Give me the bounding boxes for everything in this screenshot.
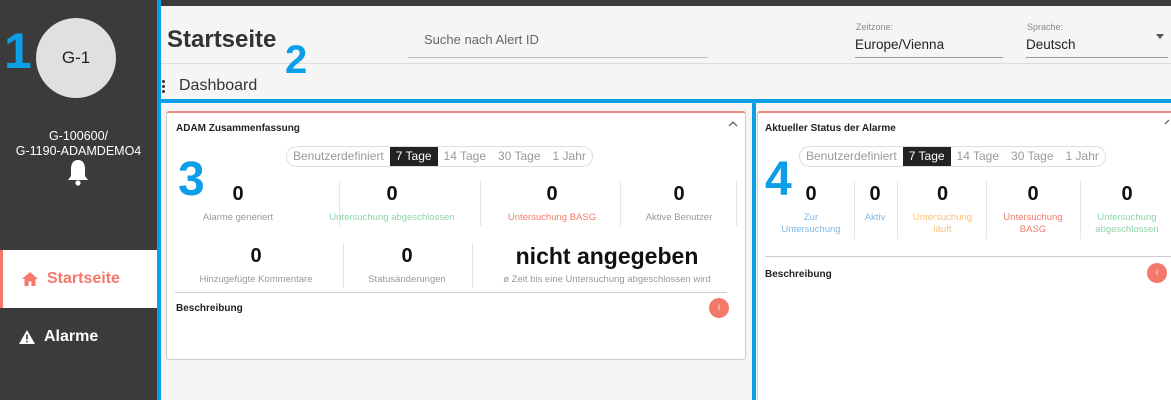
- page-title: Startseite: [167, 26, 277, 53]
- range-option-1-year[interactable]: 1 Jahr: [1060, 147, 1105, 166]
- status-active: 0 Aktiv: [855, 183, 895, 224]
- stat-caption: Untersuchung BASG: [507, 212, 597, 223]
- stat-caption: Hinzugefügte Kommentare: [199, 274, 313, 285]
- dashboard-label: Dashboard: [179, 77, 258, 94]
- annotation-3: 3: [178, 153, 205, 206]
- stat-caption-line1: Untersuchung: [1097, 212, 1157, 223]
- stat-caption-line1: Zur: [803, 212, 819, 223]
- warning-icon: [19, 330, 35, 344]
- range-option-30-days[interactable]: 30 Tage: [492, 147, 547, 166]
- annotation-border: [752, 99, 756, 400]
- range-option-14-days[interactable]: 14 Tage: [951, 147, 1006, 166]
- summary-range-selector: Benutzerdefiniert 7 Tage 14 Tage 30 Tage…: [286, 146, 593, 167]
- stat-value: 0: [386, 183, 398, 205]
- stat-value: 0: [936, 183, 949, 205]
- language-label: Sprache:: [1027, 22, 1064, 32]
- chevron-up-icon[interactable]: [728, 119, 738, 129]
- timezone-label: Zeitzone:: [856, 22, 894, 32]
- stat-caption: Untersuchung abgeschlossen: [329, 212, 455, 223]
- search-placeholder: Suche nach Alert ID: [424, 32, 539, 47]
- stat-caption: Alarme generiert: [202, 212, 274, 223]
- user-id-line1: G-100600/: [48, 129, 109, 143]
- summary-card: ADAM Zusammenfassung Benutzerdefiniert 7…: [166, 111, 746, 360]
- stat-caption: ø Zeit bis eine Untersuchung abgeschloss…: [503, 274, 711, 285]
- info-icon[interactable]: i: [709, 298, 729, 318]
- timezone-value: Europe/Vienna: [855, 37, 945, 52]
- range-option-30-days[interactable]: 30 Tage: [1005, 147, 1060, 166]
- stat-active-users: 0 Aktive Benutzer: [622, 183, 736, 224]
- summary-card-title: ADAM Zusammenfassung: [176, 123, 300, 134]
- range-option-14-days[interactable]: 14 Tage: [438, 147, 493, 166]
- stat-avg-time-to-close: nicht angegeben ø Zeit bis eine Untersuc…: [473, 243, 741, 286]
- menu-dots-icon[interactable]: [162, 80, 165, 94]
- stat-value: 0: [869, 183, 881, 205]
- alarm-status-card: Aktueller Status der Alarme Benutzerdefi…: [757, 111, 1171, 400]
- range-option-7-days[interactable]: 7 Tage: [389, 147, 438, 166]
- stat-value: nicht angegeben: [515, 243, 699, 269]
- bell-icon[interactable]: [66, 158, 90, 186]
- chevron-up-icon[interactable]: [1164, 117, 1171, 127]
- avatar-text: G-1: [61, 48, 91, 67]
- stat-caption: Statusänderungen: [368, 274, 446, 285]
- sidebar-item-label: Alarme: [44, 328, 99, 345]
- stat-caption-line2: BASG: [1019, 224, 1047, 235]
- chevron-down-icon: [1156, 34, 1164, 39]
- stat-caption-line1: Aktiv: [864, 212, 886, 223]
- status-range-selector: Benutzerdefiniert 7 Tage 14 Tage 30 Tage…: [799, 146, 1106, 167]
- annotation-4: 4: [765, 153, 792, 206]
- stat-caption-line2: läuft: [933, 224, 952, 235]
- stat-value: 0: [673, 183, 685, 205]
- user-id-line2: G-1190-ADAMDEMO4: [15, 144, 142, 158]
- range-option-1-year[interactable]: 1 Jahr: [547, 147, 592, 166]
- stat-comments-added: 0 Hinzugefügte Kommentare: [172, 245, 340, 286]
- sidebar-item-alarme[interactable]: Alarme: [0, 308, 157, 366]
- sidebar-item-startseite[interactable]: Startseite: [0, 250, 157, 308]
- home-icon: [22, 272, 38, 286]
- status-description-label[interactable]: Beschreibung: [765, 269, 832, 280]
- stat-value: 0: [546, 183, 558, 205]
- summary-description-label[interactable]: Beschreibung: [176, 303, 243, 314]
- stat-caption-line1: Untersuchung: [1003, 212, 1063, 223]
- stat-status-changes: 0 Statusänderungen: [345, 245, 469, 286]
- sidebar-item-label: Startseite: [47, 270, 120, 287]
- status-closed: 0 Untersuchung abgeschlossen: [1082, 183, 1171, 236]
- avatar[interactable]: G-1: [36, 18, 116, 98]
- info-icon[interactable]: i: [1147, 263, 1167, 283]
- stat-value: 0: [1027, 183, 1039, 205]
- search-input[interactable]: Suche nach Alert ID: [408, 18, 708, 58]
- timezone-select[interactable]: Zeitzone: Europe/Vienna: [855, 18, 1003, 58]
- range-option-custom[interactable]: Benutzerdefiniert: [800, 147, 903, 166]
- stat-value: 0: [1121, 183, 1133, 205]
- range-option-7-days[interactable]: 7 Tage: [902, 147, 951, 166]
- language-value: Deutsch: [1026, 37, 1076, 52]
- range-option-custom[interactable]: Benutzerdefiniert: [287, 147, 390, 166]
- stat-caption-line1: Untersuchung: [912, 212, 973, 223]
- alarm-status-card-title: Aktueller Status der Alarme: [765, 123, 896, 134]
- stat-caption-line2: Untersuchung: [781, 224, 841, 235]
- annotation-1: 1: [4, 23, 32, 79]
- annotation-border: [157, 0, 161, 400]
- stat-value: 0: [401, 245, 413, 267]
- stat-investigation-basg: 0 Untersuchung BASG: [482, 183, 622, 224]
- stat-investigation-closed: 0 Untersuchung abgeschlossen: [312, 183, 472, 224]
- status-in-progress: 0 Untersuchung läuft: [899, 183, 986, 236]
- status-basg: 0 Untersuchung BASG: [988, 183, 1078, 236]
- stat-value: 0: [250, 245, 262, 267]
- annotation-2: 2: [285, 38, 308, 82]
- language-select[interactable]: Sprache: Deutsch: [1026, 18, 1168, 58]
- stat-caption: Aktive Benutzer: [645, 212, 713, 223]
- annotation-border: [160, 99, 1171, 103]
- stat-caption-line2: abgeschlossen: [1095, 224, 1159, 235]
